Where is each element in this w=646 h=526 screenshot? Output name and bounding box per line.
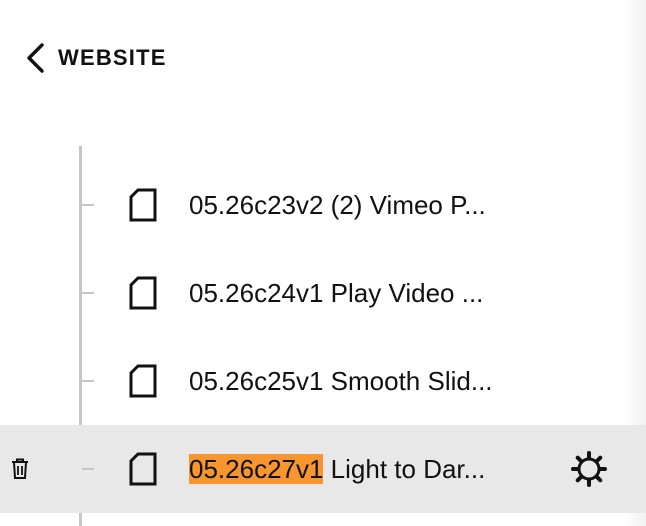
page-row[interactable]: 05.26c25v1 Smooth Slid... — [0, 337, 646, 425]
file-icon — [128, 276, 158, 315]
trash-icon[interactable] — [10, 458, 30, 485]
page-label: 05.26c27v1 Light to Dar... — [189, 454, 486, 484]
tree-branch — [82, 292, 94, 294]
tree-branch — [82, 204, 94, 206]
file-icon — [128, 188, 158, 227]
tree-branch — [82, 468, 94, 470]
tree-branch — [82, 380, 94, 382]
file-icon — [128, 364, 158, 403]
page-label: 05.26c23v2 (2) Vimeo P... — [189, 190, 486, 220]
page-row-selected[interactable]: 05.26c27v1 Light to Dar... — [0, 425, 646, 513]
page-label: 05.26c24v1 Play Video ... — [189, 278, 484, 308]
page-label: 05.26c25v1 Smooth Slid... — [189, 366, 493, 396]
page-row[interactable]: 05.26c24v1 Play Video ... — [0, 249, 646, 337]
search-highlight: 05.26c27v1 — [189, 454, 324, 484]
chevron-left-icon — [22, 40, 46, 76]
page-row[interactable]: 05.26c23v2 (2) Vimeo P... — [0, 161, 646, 249]
back-label: WEBSITE — [58, 45, 167, 70]
back-button[interactable]: WEBSITE — [22, 40, 167, 76]
gear-icon[interactable] — [570, 450, 608, 493]
file-icon — [128, 452, 158, 491]
